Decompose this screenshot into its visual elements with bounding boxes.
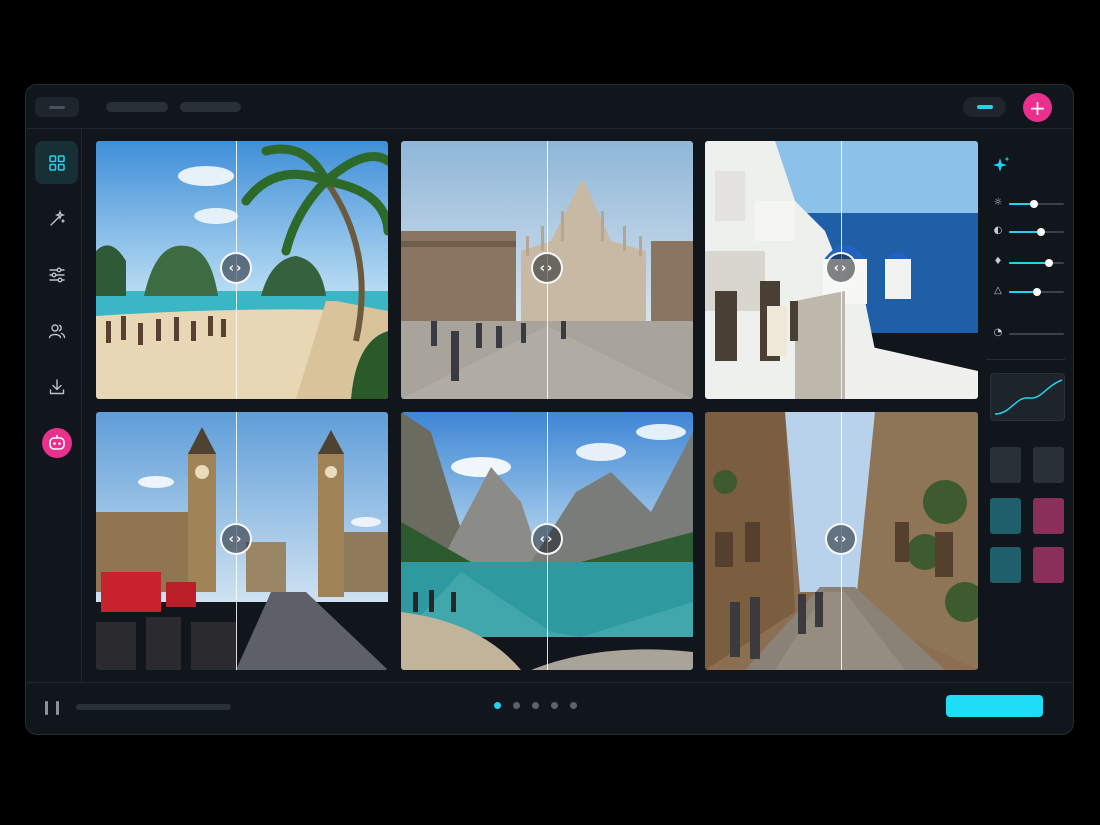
timer-slider[interactable]: ◔ xyxy=(986,327,1071,341)
compare-handle[interactable]: ‹› xyxy=(531,252,563,284)
color-swatch[interactable] xyxy=(1033,498,1064,534)
sun-icon: ☼ xyxy=(993,197,1003,208)
color-swatch[interactable] xyxy=(990,547,1021,583)
slider-knob[interactable] xyxy=(1032,288,1041,296)
saturation-slider[interactable]: ♦ xyxy=(986,256,1071,270)
page-dot[interactable] xyxy=(551,702,558,709)
pause-icon xyxy=(56,701,59,715)
slider-track[interactable] xyxy=(1009,333,1064,335)
download-icon xyxy=(49,378,64,394)
color-swatch[interactable] xyxy=(1033,447,1064,483)
contrast-slider[interactable]: ◐ xyxy=(986,225,1071,239)
photo-tile-cathedral[interactable]: ‹› xyxy=(401,141,693,399)
pause-button[interactable] xyxy=(45,701,59,717)
sidebar-item-gallery[interactable] xyxy=(35,141,78,184)
progress-bar[interactable] xyxy=(76,704,231,710)
curve-graph xyxy=(994,379,1063,415)
users-icon xyxy=(48,323,65,338)
compare-handle[interactable]: ‹› xyxy=(531,523,563,555)
compare-handle[interactable]: ‹› xyxy=(220,252,252,284)
sliders-icon xyxy=(48,267,65,282)
robot-icon xyxy=(41,427,72,458)
top-bar: + xyxy=(26,85,1073,129)
contrast-icon: ◐ xyxy=(993,225,1003,236)
page-dot[interactable] xyxy=(570,702,577,709)
sidebar-item-people[interactable] xyxy=(35,309,78,352)
slider-track[interactable] xyxy=(1009,288,1064,296)
timer-icon: ◔ xyxy=(993,327,1003,338)
color-swatch[interactable] xyxy=(990,447,1021,483)
add-button[interactable]: + xyxy=(1023,93,1052,122)
photo-tile-island[interactable]: ‹› xyxy=(705,141,978,399)
page-indicator xyxy=(494,702,577,710)
page-dot[interactable] xyxy=(532,702,539,709)
nav-placeholder-2[interactable] xyxy=(180,102,241,112)
magic-wand-icon xyxy=(49,209,65,226)
sparkle-icon[interactable] xyxy=(990,155,1012,177)
slider-track[interactable] xyxy=(1009,228,1064,236)
tone-curve[interactable] xyxy=(990,373,1065,421)
photo-tile-clocktower[interactable]: ‹› xyxy=(96,412,388,670)
sidebar-item-magic[interactable] xyxy=(35,197,78,240)
brightness-slider[interactable]: ☼ xyxy=(986,197,1071,211)
toggle-icon xyxy=(976,105,993,109)
menu-button[interactable] xyxy=(35,97,79,117)
plus-icon: + xyxy=(1029,95,1046,120)
compare-handle[interactable]: ‹› xyxy=(220,523,252,555)
page-dot[interactable] xyxy=(494,702,501,709)
sidebar-item-export[interactable] xyxy=(35,365,78,408)
drop-icon: ♦ xyxy=(993,256,1003,267)
compare-handle[interactable]: ‹› xyxy=(825,523,857,555)
photo-tile-lake[interactable]: ‹› xyxy=(401,412,693,670)
slider-knob[interactable] xyxy=(1044,259,1053,267)
pause-icon xyxy=(45,701,48,715)
photo-tile-beach[interactable]: ‹› xyxy=(96,141,388,399)
color-swatch[interactable] xyxy=(1033,547,1064,583)
page-dot[interactable] xyxy=(513,702,520,709)
panel-divider xyxy=(986,359,1065,360)
bottom-bar xyxy=(26,682,1073,734)
warning-icon: △ xyxy=(994,285,1002,296)
menu-icon xyxy=(49,105,65,109)
sidebar-item-adjust[interactable] xyxy=(35,253,78,296)
slider-fill xyxy=(1009,262,1049,264)
primary-action-button[interactable] xyxy=(946,695,1043,717)
compare-handle[interactable]: ‹› xyxy=(825,252,857,284)
slider-track[interactable] xyxy=(1009,200,1064,208)
adjustments-panel: ☼ ◐ ♦ △ ◔ xyxy=(986,129,1073,682)
grid-icon xyxy=(48,154,65,171)
photo-tile-street[interactable]: ‹› xyxy=(705,412,978,670)
photo-grid: ‹› ‹› ‹› ‹› ‹› ‹› xyxy=(96,141,979,671)
sidebar-item-assistant[interactable] xyxy=(35,421,78,464)
highlights-slider[interactable]: △ xyxy=(986,285,1071,299)
app-window: + ‹› ‹› ‹› ‹› ‹› ‹› ☼ ◐ ♦ △ ◔ xyxy=(25,84,1074,735)
view-toggle[interactable] xyxy=(963,97,1006,117)
slider-knob[interactable] xyxy=(1036,228,1045,236)
nav-placeholder-1[interactable] xyxy=(106,102,168,112)
slider-knob[interactable] xyxy=(1029,200,1038,208)
slider-track[interactable] xyxy=(1009,259,1064,267)
left-sidebar xyxy=(26,129,82,682)
color-swatch[interactable] xyxy=(990,498,1021,534)
